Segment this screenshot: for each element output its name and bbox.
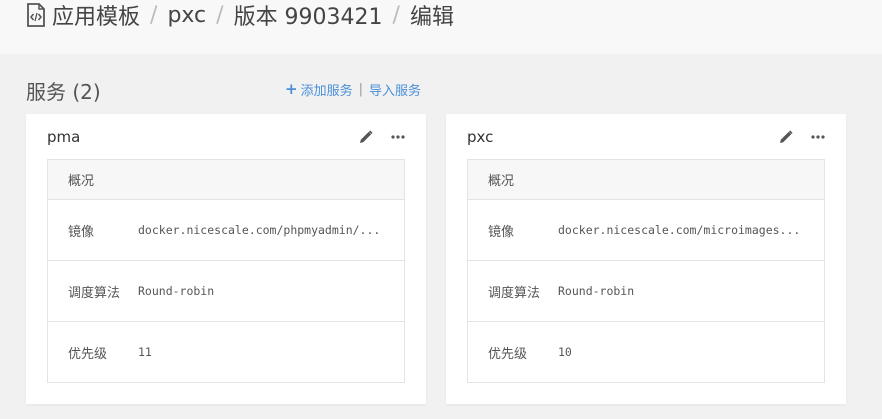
card-tools — [778, 129, 826, 145]
service-name: pma — [47, 128, 81, 146]
service-card-pxc: pxc 概况 镜像 docker.nicescale.com/microimag… — [446, 114, 846, 404]
priority-row: 优先级 11 — [48, 322, 404, 382]
service-details-table: 概况 镜像 docker.nicescale.com/microimages..… — [467, 159, 825, 383]
overview-header: 概况 — [48, 160, 404, 200]
image-row: 镜像 docker.nicescale.com/phpmyadmin/... — [48, 200, 404, 261]
card-header: pma — [47, 127, 406, 147]
pencil-icon[interactable] — [778, 129, 794, 145]
priority-label: 优先级 — [488, 346, 528, 362]
service-name: pxc — [467, 128, 494, 146]
priority-row: 优先级 10 — [468, 322, 824, 382]
services-header: 服务 (2) — [26, 76, 101, 104]
more-icon[interactable] — [810, 129, 826, 145]
services-actions: + 添加服务 | 导入服务 — [285, 80, 421, 99]
breadcrumb-separator: / — [392, 2, 400, 28]
add-service-link[interactable]: + 添加服务 — [285, 80, 353, 99]
scheduling-value: Round-robin — [138, 284, 215, 298]
scheduling-row: 调度算法 Round-robin — [468, 261, 824, 322]
scheduling-label: 调度算法 — [68, 285, 121, 301]
breadcrumb-templates[interactable]: 应用模板 — [52, 0, 140, 31]
breadcrumb-separator: / — [216, 2, 224, 28]
breadcrumb-current: 编辑 — [409, 5, 454, 30]
image-row: 镜像 docker.nicescale.com/microimages... — [468, 200, 824, 261]
card-tools — [358, 129, 406, 145]
breadcrumb-separator: / — [150, 2, 158, 28]
actions-separator: | — [358, 81, 363, 97]
service-card-pma: pma 概况 镜像 docker.nicescale.com/phpmyadmi… — [26, 114, 426, 404]
scheduling-row: 调度算法 Round-robin — [48, 261, 404, 322]
breadcrumb-version[interactable]: 版本 9903421 — [234, 0, 383, 31]
overview-header: 概况 — [468, 160, 824, 200]
priority-value: 11 — [138, 345, 152, 359]
image-label: 镜像 — [68, 224, 95, 240]
service-details-table: 概况 镜像 docker.nicescale.com/phpmyadmin/..… — [47, 159, 405, 383]
import-service-link[interactable]: 导入服务 — [369, 80, 421, 99]
image-value: docker.nicescale.com/microimages... — [558, 223, 801, 237]
scheduling-label: 调度算法 — [488, 285, 541, 301]
image-label: 镜像 — [488, 224, 515, 240]
plus-icon: + — [285, 80, 298, 98]
services-title: 服务 (2) — [26, 79, 101, 104]
card-header: pxc — [467, 127, 826, 147]
image-value: docker.nicescale.com/phpmyadmin/... — [138, 223, 381, 237]
more-icon[interactable] — [390, 129, 406, 145]
priority-value: 10 — [558, 345, 572, 359]
code-file-icon — [26, 3, 46, 27]
scheduling-value: Round-robin — [558, 284, 635, 298]
priority-label: 优先级 — [68, 346, 108, 362]
top-bar: 应用模板 / pxc / 版本 9903421 / 编辑 — [0, 0, 882, 54]
pencil-icon[interactable] — [358, 129, 374, 145]
breadcrumb: 应用模板 / pxc / 版本 9903421 / 编辑 — [26, 0, 454, 30]
breadcrumb-template-name[interactable]: pxc — [167, 3, 206, 28]
add-service-label: 添加服务 — [300, 83, 353, 99]
